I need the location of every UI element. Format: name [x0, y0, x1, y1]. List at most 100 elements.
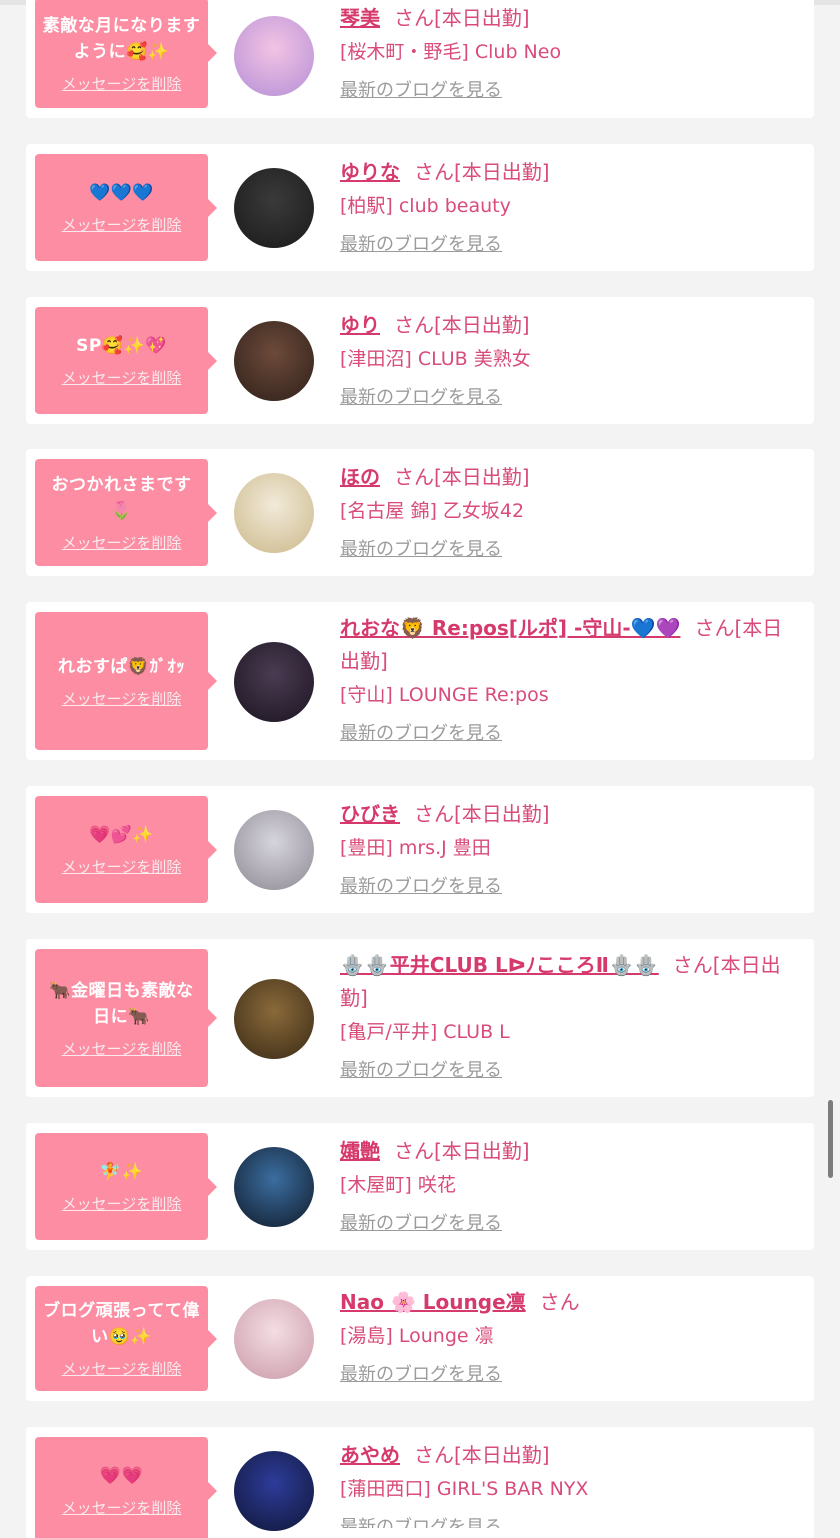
- delete-message-link[interactable]: メッセージを削除: [62, 1193, 182, 1214]
- latest-blog-link[interactable]: 最新のブログを見る: [340, 1210, 502, 1238]
- avatar[interactable]: [234, 1451, 314, 1531]
- delete-message-link[interactable]: メッセージを削除: [62, 367, 182, 388]
- cast-line: ほの さん[本日出勤]: [340, 461, 800, 494]
- cast-line: ひびき さん[本日出勤]: [340, 798, 800, 831]
- cast-name-link[interactable]: ゆりな: [340, 160, 400, 184]
- page: 素敵な月になりますように🥰✨ メッセージを削除 琴美 さん[本日出勤] [桜木町・…: [0, 0, 840, 1538]
- message-text: 🐂金曜日も素敵な日に🐂: [49, 980, 194, 1027]
- cast-line: あやめ さん[本日出勤]: [340, 1439, 800, 1472]
- cast-info: ほの さん[本日出勤] [名古屋 錦] 乙女坂42 最新のブログを見る: [340, 461, 800, 564]
- cast-name-link[interactable]: 琴美: [340, 6, 380, 30]
- shop-name: [守山] LOUNGE Re:pos: [340, 684, 549, 706]
- cast-name-link[interactable]: ひびき: [340, 802, 400, 826]
- cast-name-link[interactable]: ゆり: [340, 313, 380, 337]
- latest-blog-link[interactable]: 最新のブログを見る: [340, 536, 502, 564]
- avatar[interactable]: [234, 1299, 314, 1379]
- message-text: 💗💗: [99, 1466, 144, 1486]
- cast-status: さん[本日出勤]: [394, 313, 530, 337]
- cast-status: さん[本日出勤]: [394, 465, 530, 489]
- delete-message-link[interactable]: メッセージを削除: [62, 1038, 182, 1059]
- shop-name: [湯島] Lounge 凛: [340, 1325, 494, 1347]
- cast-line: 🪬🪬平井CLUB LᐅﾉこころⅡ🪬🪬 さん[本日出勤]: [340, 949, 800, 1015]
- cast-line: 孀艶 さん[本日出勤]: [340, 1135, 800, 1168]
- message-bubble: 🧚✨ メッセージを削除: [35, 1133, 217, 1240]
- shop-name: [蒲田西口] GIRL'S BAR NYX: [340, 1478, 589, 1500]
- latest-blog-link[interactable]: 最新のブログを見る: [340, 1057, 502, 1085]
- fan-card: SP🥰✨💖 メッセージを削除 ゆり さん[本日出勤] [津田沼] CLUB 美熟女…: [26, 297, 814, 424]
- delete-message-link[interactable]: メッセージを削除: [62, 1497, 182, 1518]
- cast-name-link[interactable]: あやめ: [340, 1443, 400, 1467]
- cast-status: さん[本日出勤]: [414, 1443, 550, 1467]
- message-bubble: 🐂金曜日も素敵な日に🐂 メッセージを削除: [35, 949, 217, 1087]
- cast-line: 琴美 さん[本日出勤]: [340, 2, 800, 35]
- message-bubble: 💗💕✨ メッセージを削除: [35, 796, 217, 903]
- message-bubble: 素敵な月になりますように🥰✨ メッセージを削除: [35, 0, 217, 108]
- delete-message-link[interactable]: メッセージを削除: [62, 532, 182, 553]
- shop-name: [津田沼] CLUB 美熟女: [340, 348, 531, 370]
- delete-message-link[interactable]: メッセージを削除: [62, 1358, 182, 1379]
- avatar[interactable]: [234, 1147, 314, 1227]
- message-text: 🧚✨: [99, 1162, 144, 1182]
- cast-status: さん[本日出勤]: [394, 6, 530, 30]
- message-text: 💙💙💙: [88, 183, 154, 203]
- message-bubble: れおすぱ🦁ｶﾞｵｯ メッセージを削除: [35, 612, 217, 750]
- cast-line: Nao 🌸 Lounge凛 さん: [340, 1286, 800, 1319]
- shop-name: [豊田] mrs.J 豊田: [340, 837, 491, 859]
- cast-status: さん[本日出勤]: [414, 802, 550, 826]
- avatar[interactable]: [234, 810, 314, 890]
- message-bubble: SP🥰✨💖 メッセージを削除: [35, 307, 217, 414]
- latest-blog-link[interactable]: 最新のブログを見る: [340, 720, 502, 748]
- cast-name-link[interactable]: Nao 🌸 Lounge凛: [340, 1290, 526, 1314]
- message-text: れおすぱ🦁ｶﾞｵｯ: [57, 656, 186, 677]
- latest-blog-link[interactable]: 最新のブログを見る: [340, 873, 502, 901]
- fan-card: 💗💕✨ メッセージを削除 ひびき さん[本日出勤] [豊田] mrs.J 豊田 最…: [26, 786, 814, 913]
- fan-card: 🧚✨ メッセージを削除 孀艶 さん[本日出勤] [木屋町] 咲花 最新のブログを見…: [26, 1123, 814, 1250]
- cast-name-link[interactable]: れおな🦁 Re:pos[ルポ] -守山-💙💜: [340, 616, 680, 640]
- avatar[interactable]: [234, 642, 314, 722]
- fan-card: おつかれさまです🌷 メッセージを削除 ほの さん[本日出勤] [名古屋 錦] 乙女…: [26, 449, 814, 576]
- cast-info: Nao 🌸 Lounge凛 さん [湯島] Lounge 凛 最新のブログを見る: [340, 1286, 800, 1389]
- fan-card: 💗💗 メッセージを削除 あやめ さん[本日出勤] [蒲田西口] GIRL'S BA…: [26, 1427, 814, 1538]
- fan-card: 💙💙💙 メッセージを削除 ゆりな さん[本日出勤] [柏駅] club beaut…: [26, 144, 814, 271]
- avatar[interactable]: [234, 473, 314, 553]
- latest-blog-link[interactable]: 最新のブログを見る: [340, 384, 502, 412]
- cast-info: ゆり さん[本日出勤] [津田沼] CLUB 美熟女 最新のブログを見る: [340, 309, 800, 412]
- shop-name: [柏駅] club beauty: [340, 195, 511, 217]
- shop-name: [桜木町・野毛] Club Neo: [340, 41, 562, 63]
- cast-name-link[interactable]: 孀艶: [340, 1139, 380, 1163]
- avatar[interactable]: [234, 16, 314, 96]
- delete-message-link[interactable]: メッセージを削除: [62, 856, 182, 877]
- scrollbar-thumb[interactable]: [828, 1100, 833, 1178]
- cast-status: さん[本日出勤]: [414, 160, 550, 184]
- cast-info: 🪬🪬平井CLUB LᐅﾉこころⅡ🪬🪬 さん[本日出勤] [亀戸/平井] CLUB …: [340, 949, 800, 1085]
- cast-name-link[interactable]: ほの: [340, 465, 380, 489]
- avatar[interactable]: [234, 168, 314, 248]
- cast-info: ゆりな さん[本日出勤] [柏駅] club beauty 最新のブログを見る: [340, 156, 800, 259]
- cast-line: れおな🦁 Re:pos[ルポ] -守山-💙💜 さん[本日出勤]: [340, 612, 800, 678]
- delete-message-link[interactable]: メッセージを削除: [62, 73, 182, 94]
- shop-name: [亀戸/平井] CLUB L: [340, 1021, 510, 1043]
- delete-message-link[interactable]: メッセージを削除: [62, 688, 182, 709]
- home-indicator-area: [290, 1528, 550, 1538]
- fan-card: 🐂金曜日も素敵な日に🐂 メッセージを削除 🪬🪬平井CLUB LᐅﾉこころⅡ🪬🪬 さ…: [26, 939, 814, 1097]
- latest-blog-link[interactable]: 最新のブログを見る: [340, 77, 502, 105]
- message-text: ブログ頑張ってて偉い🥹✨: [43, 1301, 200, 1347]
- cast-info: あやめさん[本日出勤] [蒲田西口] GIRL'S BAR NYX 最新のブログ…: [340, 1439, 800, 1538]
- avatar[interactable]: [234, 321, 314, 401]
- cast-info: 琴美 さん[本日出勤] [桜木町・野毛] Club Neo 最新のブログを見る: [340, 2, 800, 105]
- cast-info: れおな🦁 Re:pos[ルポ] -守山-💙💜 さん[本日出勤] [守山] LOUN…: [340, 612, 800, 748]
- message-text: 素敵な月になりますように🥰✨: [42, 15, 201, 62]
- cast-status: さん: [539, 1290, 580, 1314]
- message-bubble: 💗💗 メッセージを削除: [35, 1437, 217, 1538]
- cast-status: さん[本日出勤]: [394, 1139, 530, 1163]
- cast-line: ゆりな さん[本日出勤]: [340, 156, 800, 189]
- latest-blog-link[interactable]: 最新のブログを見る: [340, 231, 502, 259]
- delete-message-link[interactable]: メッセージを削除: [62, 214, 182, 235]
- message-bubble: ブログ頑張ってて偉い🥹✨ メッセージを削除: [35, 1286, 217, 1391]
- avatar[interactable]: [234, 979, 314, 1059]
- cast-name-link[interactable]: 🪬🪬平井CLUB LᐅﾉこころⅡ🪬🪬: [340, 953, 659, 977]
- message-text: 💗💕✨: [88, 825, 154, 845]
- message-text: SP🥰✨💖: [76, 336, 167, 356]
- fan-card: れおすぱ🦁ｶﾞｵｯ メッセージを削除 れおな🦁 Re:pos[ルポ] -守山-💙…: [26, 602, 814, 760]
- latest-blog-link[interactable]: 最新のブログを見る: [340, 1361, 502, 1389]
